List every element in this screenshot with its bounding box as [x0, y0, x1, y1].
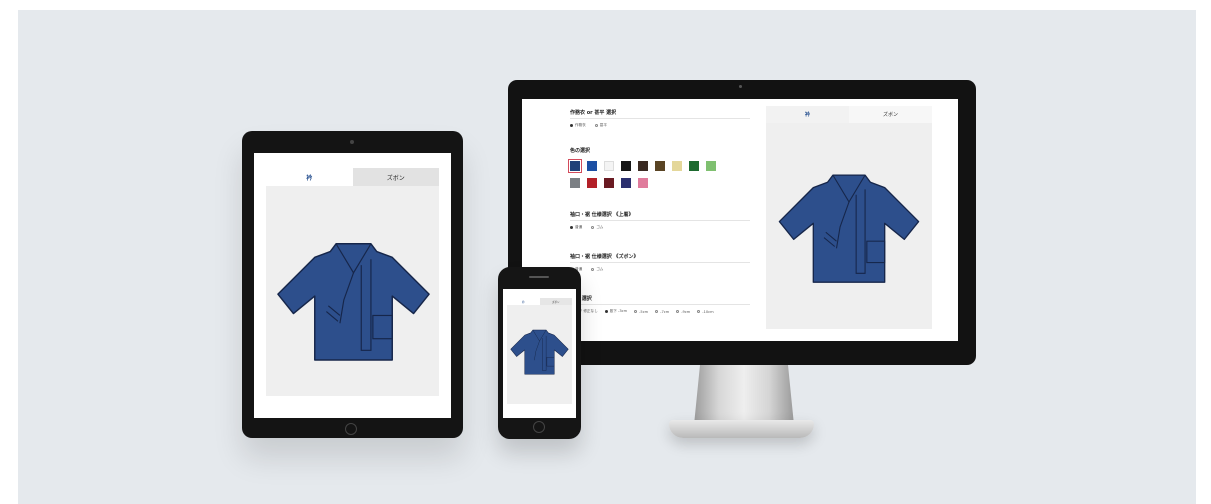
tab-collar[interactable]: 衿 [507, 298, 540, 305]
type-radio-group: 作務衣 甚平 [570, 123, 607, 128]
tab-pants[interactable]: ズボン [849, 106, 932, 123]
preview-tabs: 衿 ズボン [507, 298, 572, 305]
radio-rubber[interactable]: ゴム [591, 225, 603, 230]
inseam-radio-group: 股下 修正なし 股下 -3cm -5cm -7cm -9cm -10cm [570, 309, 714, 314]
radio-dot [634, 310, 638, 313]
options-form: 作務衣 or 甚平 選択 作務衣 甚平 色の選択 袖口・裾 仕様選択 《上着》 … [568, 105, 750, 335]
color-swatch[interactable] [638, 161, 648, 171]
radio-inseam-10[interactable]: -10cm [697, 309, 714, 314]
tab-collar[interactable]: 衿 [266, 168, 353, 186]
color-swatch[interactable] [689, 161, 699, 171]
radio-jinbei[interactable]: 甚平 [594, 123, 607, 128]
smartphone-device: 衿 ズボン [498, 267, 581, 439]
radio-samue[interactable]: 作務衣 [570, 123, 586, 128]
radio-normal[interactable]: 普通 [570, 225, 582, 230]
divider [570, 262, 750, 263]
color-swatches-row-1 [568, 159, 716, 173]
jacket-cuff-radio-group: 普通 ゴム [570, 225, 603, 230]
samue-jacket-image [778, 174, 920, 283]
color-swatch[interactable] [587, 178, 597, 188]
radio-inseam-9[interactable]: -9cm [676, 309, 690, 314]
type-select-title: 作務衣 or 甚平 選択 [570, 110, 617, 116]
color-swatches-row-2 [570, 178, 648, 188]
pants-cuff-title: 袖口・裾 仕様選択 《ズボン》 [570, 254, 639, 260]
samue-jacket-image [510, 329, 569, 375]
radio-dot [676, 310, 680, 313]
radio-dot [604, 310, 608, 313]
product-preview-panel: 衿 ズボン [766, 106, 932, 329]
phone-home-button [533, 421, 545, 433]
phone-speaker [529, 276, 549, 278]
divider [570, 118, 750, 119]
tab-collar[interactable]: 衿 [766, 106, 849, 123]
radio-dot [655, 310, 659, 313]
product-preview-panel: 衿 ズボン [507, 298, 572, 404]
tablet-screen: 衿 ズボン [254, 153, 451, 418]
radio-dot [697, 310, 701, 313]
radio-inseam-3[interactable]: 股下 -3cm [604, 309, 627, 314]
tablet-home-button [345, 423, 357, 435]
color-swatch[interactable] [706, 161, 716, 171]
color-swatch[interactable] [621, 161, 631, 171]
samue-jacket-image [277, 243, 430, 361]
radio-dot [570, 124, 573, 127]
color-swatch[interactable] [568, 159, 582, 173]
product-preview-panel: 衿 ズボン [266, 168, 439, 396]
monitor-stand-neck [694, 365, 794, 425]
radio-inseam-7[interactable]: -7cm [655, 309, 669, 314]
radio-inseam-5[interactable]: -5cm [634, 309, 648, 314]
tab-pants[interactable]: ズボン [352, 168, 439, 186]
jacket-cuff-title: 袖口・裾 仕様選択 《上着》 [570, 212, 634, 218]
color-swatch[interactable] [604, 161, 614, 171]
color-swatch[interactable] [621, 178, 631, 188]
color-swatch[interactable] [570, 178, 580, 188]
radio-dot [594, 124, 598, 127]
phone-screen: 衿 ズボン [503, 289, 576, 418]
monitor-stand-base [669, 420, 814, 438]
divider [570, 220, 750, 221]
color-swatch[interactable] [672, 161, 682, 171]
color-swatch[interactable] [655, 161, 665, 171]
preview-tabs: 衿 ズボン [766, 106, 932, 123]
radio-dot [570, 226, 573, 229]
tablet-device: 衿 ズボン [242, 131, 463, 438]
color-swatch[interactable] [638, 178, 648, 188]
color-select-title: 色の選択 [570, 148, 591, 154]
tablet-camera [350, 140, 354, 144]
radio-dot [591, 268, 595, 271]
preview-tabs: 衿 ズボン [266, 168, 439, 186]
divider [570, 304, 750, 305]
tab-pants[interactable]: ズボン [539, 298, 572, 305]
color-swatch[interactable] [587, 161, 597, 171]
radio-dot [591, 226, 595, 229]
monitor-camera [739, 85, 742, 88]
color-swatch[interactable] [604, 178, 614, 188]
monitor-screen: 作務衣 or 甚平 選択 作務衣 甚平 色の選択 袖口・裾 仕様選択 《上着》 … [522, 99, 958, 341]
radio-rubber[interactable]: ゴム [591, 267, 603, 272]
